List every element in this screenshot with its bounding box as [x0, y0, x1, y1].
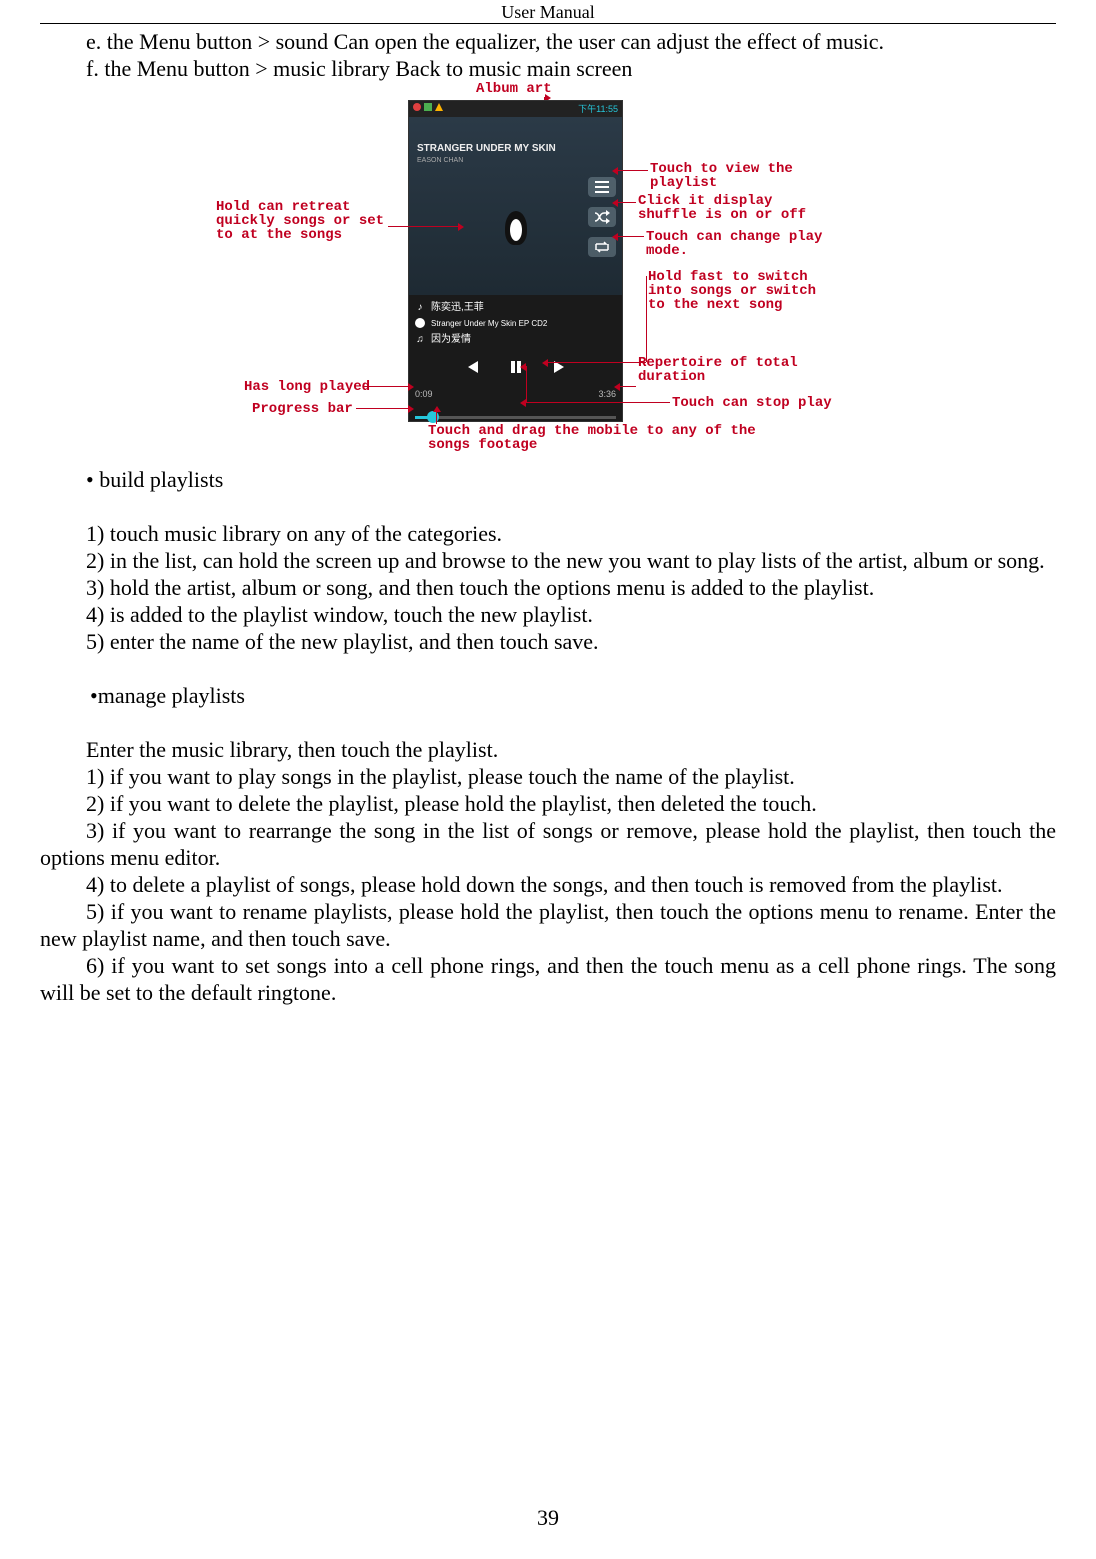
manage-step-5: 5) if you want to rename playlists, plea… [40, 898, 1056, 952]
elapsed-label: 0:09 [415, 381, 433, 408]
manage-step-1: 1) if you want to play songs in the play… [40, 763, 1056, 790]
progress-thumb[interactable] [427, 411, 439, 423]
build-step-4: 4) is added to the playlist window, touc… [40, 601, 1056, 628]
label-drag-progress: Touch and drag the mobile to any of the … [428, 424, 768, 452]
manage-intro: Enter the music library, then touch the … [40, 736, 1056, 763]
cover-subtitle: EASON CHAN [417, 147, 463, 174]
build-heading: • build playlists [40, 466, 1056, 493]
playlist-button[interactable] [588, 177, 616, 197]
build-step-1: 1) touch music library on any of the cat… [40, 520, 1056, 547]
page-number: 39 [0, 1505, 1096, 1531]
label-has-long-played: Has long played [244, 380, 370, 394]
manage-step-3: 3) if you want to rearrange the song in … [40, 817, 1056, 871]
manage-step-6: 6) if you want to set songs into a cell … [40, 952, 1056, 1006]
status-bar: 下午11:55 [409, 101, 622, 117]
label-view-playlist: Touch to view the playlist [650, 162, 810, 190]
intro-f: f. the Menu button > music library Back … [40, 55, 1056, 82]
build-step-2: 2) in the list, can hold the screen up a… [40, 547, 1056, 574]
label-progress-bar: Progress bar [252, 402, 353, 416]
clock-label: 下午11:55 [578, 104, 618, 114]
progress-bar[interactable] [415, 410, 616, 424]
label-shuffle: Click it display shuffle is on or off [638, 194, 828, 222]
shuffle-button[interactable] [588, 207, 616, 227]
label-album-art: Album art [476, 82, 552, 96]
manage-step-4: 4) to delete a playlist of songs, please… [40, 871, 1056, 898]
label-stop-play: Touch can stop play [672, 396, 832, 410]
label-play-mode: Touch can change play mode. [646, 230, 836, 258]
label-total-duration: Repertoire of total duration [638, 356, 818, 384]
label-hold-retreat: Hold can retreat quickly songs or set to… [216, 200, 386, 242]
page-header: User Manual [40, 0, 1056, 24]
status-icon [413, 103, 421, 111]
prev-button[interactable] [464, 359, 480, 375]
manage-step-2: 2) if you want to delete the playlist, p… [40, 790, 1056, 817]
label-hold-fast: Hold fast to switch into songs or switch… [648, 270, 838, 312]
song-label: 因为爱情 [431, 326, 471, 353]
status-icon [424, 103, 432, 111]
status-icon [435, 103, 443, 111]
artist-icon: ♪ [415, 302, 425, 312]
music-player-figure: Album art 下午11:55 STRANGER UNDER MY SKIN… [188, 86, 908, 456]
album-art-image [503, 207, 529, 247]
build-step-5: 5) enter the name of the new playlist, a… [40, 628, 1056, 655]
build-step-3: 3) hold the artist, album or song, and t… [40, 574, 1056, 601]
phone-mockup: 下午11:55 STRANGER UNDER MY SKIN EASON CHA… [408, 100, 623, 422]
album-art-area[interactable]: STRANGER UNDER MY SKIN EASON CHAN [409, 117, 622, 295]
intro-e: e. the Menu button > sound Can open the … [40, 28, 1056, 55]
manage-heading: •manage playlists [40, 682, 1056, 709]
song-icon: ♫ [415, 334, 425, 344]
